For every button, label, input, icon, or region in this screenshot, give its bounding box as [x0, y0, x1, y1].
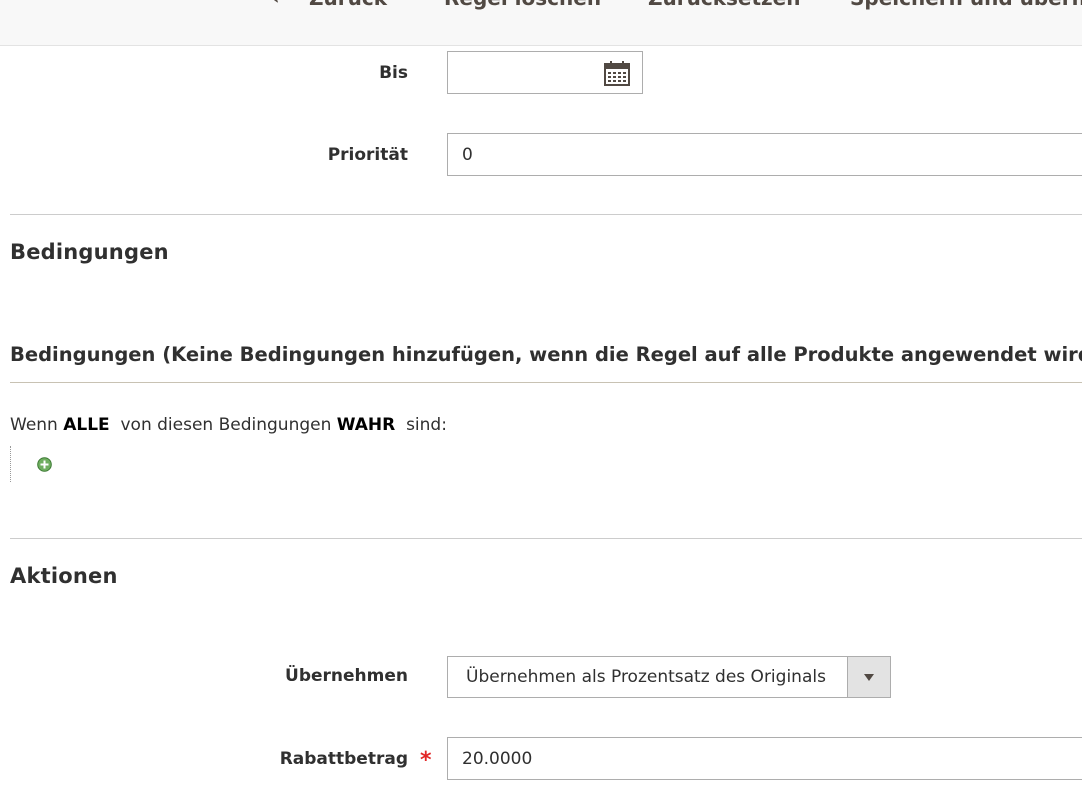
page-actions-toolbar: ‹ Zurück Regel löschen Zurücksetzen Spei… [0, 0, 1082, 46]
save-and-apply-button[interactable]: Speichern und übernehmen [850, 0, 1082, 10]
add-condition-icon[interactable] [37, 457, 52, 472]
aggregator-link[interactable]: ALLE [63, 415, 109, 435]
fieldset-divider [10, 382, 1082, 383]
calendar-icon[interactable] [604, 60, 630, 86]
to-date-input[interactable] [447, 51, 643, 94]
discount-amount-label: Rabattbetrag [279, 749, 408, 769]
required-marker: * [420, 748, 432, 773]
actions-section-title[interactable]: Aktionen [10, 564, 118, 588]
conditions-fieldset-title: Bedingungen (Keine Bedingungen hinzufüge… [10, 343, 1082, 366]
conditions-section-title[interactable]: Bedingungen [10, 240, 169, 264]
priority-value: 0 [462, 144, 473, 165]
chevron-down-icon [864, 673, 874, 681]
section-divider [10, 538, 1082, 539]
rule-prefix: Wenn [10, 415, 58, 435]
value-link[interactable]: WAHR [337, 415, 395, 435]
discount-amount-input[interactable]: 20.0000 [447, 737, 1082, 780]
section-divider [10, 214, 1082, 215]
back-button[interactable]: Zurück [309, 0, 387, 10]
priority-label: Priorität [327, 145, 408, 165]
priority-input[interactable]: 0 [447, 133, 1082, 176]
rule-tree-line [10, 446, 11, 482]
apply-select[interactable]: Übernehmen als Prozentsatz des Originals [447, 656, 891, 698]
to-date-label: Bis [379, 63, 408, 83]
dropdown-button[interactable] [847, 657, 890, 697]
apply-label: Übernehmen [285, 666, 408, 686]
apply-selected-value: Übernehmen als Prozentsatz des Originals [466, 667, 826, 687]
delete-rule-button[interactable]: Regel löschen [444, 0, 601, 10]
rule-middle: von diesen Bedingungen [120, 415, 332, 435]
conditions-rule-sentence: Wenn ALLE von diesen Bedingungen WAHR si… [10, 415, 447, 435]
chevron-left-icon[interactable]: ‹ [272, 0, 279, 9]
rule-suffix: sind: [406, 415, 447, 435]
reset-button[interactable]: Zurücksetzen [648, 0, 800, 10]
discount-amount-value: 20.0000 [462, 748, 533, 769]
